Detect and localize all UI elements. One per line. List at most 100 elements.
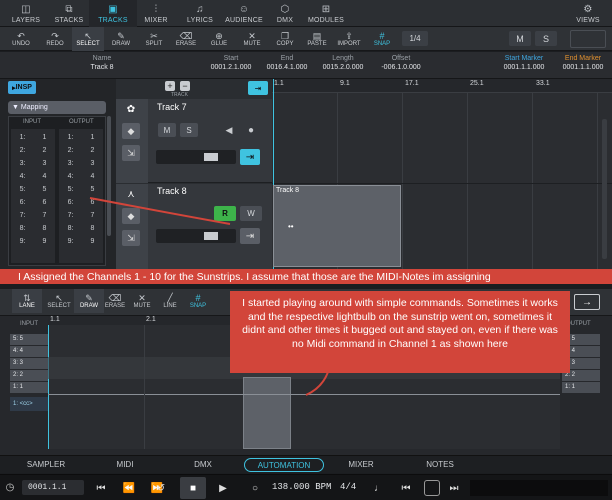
- tab-notes[interactable]: NOTES: [422, 458, 458, 472]
- editor-erase-button[interactable]: ⌫ ERASE: [100, 289, 130, 313]
- mapping-row-input[interactable]: 7: 7: [11, 209, 55, 222]
- speaker-icon[interactable]: ◀: [220, 123, 238, 137]
- position-display[interactable]: 0001.1.1: [22, 480, 84, 495]
- erase-tool-button[interactable]: ⌫ ERASE: [170, 27, 202, 51]
- paste-button[interactable]: ▤ PASTE: [301, 27, 333, 51]
- mute-tool-button[interactable]: ✕ MUTE: [236, 27, 268, 51]
- mapping-row-input[interactable]: 3: 3: [11, 157, 55, 170]
- tab-automation[interactable]: AUTOMATION: [244, 458, 324, 472]
- tempo-display[interactable]: 138.000 BPM: [272, 482, 331, 492]
- track-8-clip[interactable]: Track 8 ••: [273, 185, 401, 267]
- skip-forward-icon[interactable]: ⏭: [446, 480, 462, 496]
- track-7-slider[interactable]: [156, 150, 236, 164]
- rewind-icon[interactable]: ⏮: [92, 480, 110, 496]
- editor-output-row[interactable]: 1: 1: [562, 382, 600, 393]
- editor-input-row[interactable]: 5: 5: [10, 334, 48, 345]
- offset-field[interactable]: Offset -006.1.0.000: [366, 55, 436, 71]
- tab-stacks[interactable]: ⧉ STACKS: [45, 0, 93, 27]
- tab-lyrics[interactable]: ♫ LYRICS: [176, 0, 224, 27]
- remove-track-button[interactable]: −: [180, 81, 190, 91]
- mapping-row-input[interactable]: 8: 8: [11, 222, 55, 235]
- tab-mixer-editor[interactable]: MIXER: [344, 458, 378, 472]
- mapping-row-output[interactable]: 9: 9: [59, 235, 103, 248]
- input-routing-icon[interactable]: ⇲: [122, 230, 140, 246]
- palette-icon[interactable]: ✿: [122, 101, 140, 117]
- tab-modules[interactable]: ⊞ MODULES: [302, 0, 350, 27]
- end-marker-field[interactable]: End Marker 0001.1.1.000: [554, 55, 612, 71]
- editor-line-button[interactable]: ╱ LINE: [155, 289, 185, 313]
- mapping-row-input[interactable]: 2: 2: [11, 144, 55, 157]
- quantize-selector[interactable]: 1/4: [402, 31, 428, 46]
- start-marker-field[interactable]: Start Marker 0001.1.1.000: [492, 55, 556, 71]
- selected-region[interactable]: [243, 377, 291, 449]
- name-field[interactable]: Name Track 8: [62, 55, 142, 71]
- tab-tracks[interactable]: ▣ TRACKS: [89, 0, 137, 27]
- timeline-ruler[interactable]: 1.1 9.1 17.1 25.1 33.1: [272, 79, 612, 93]
- lane-tool-button[interactable]: ⇅ LANE: [12, 289, 42, 313]
- fast-backward-icon[interactable]: ⏪: [120, 480, 138, 496]
- toolbar-side-panel[interactable]: [570, 30, 606, 48]
- editor-mute-button[interactable]: ✕ MUTE: [127, 289, 157, 313]
- arrangement-scrollbar[interactable]: [602, 119, 607, 259]
- mapping-row-output[interactable]: 3: 3: [59, 157, 103, 170]
- skip-back-icon[interactable]: ⏮: [398, 480, 414, 496]
- split-tool-button[interactable]: ✂ SPLIT: [138, 27, 170, 51]
- track-8-slider[interactable]: [156, 229, 236, 243]
- tab-views[interactable]: ⚙ VIEWS: [564, 0, 612, 27]
- tab-midi[interactable]: MIDI: [110, 458, 140, 472]
- editor-input-row[interactable]: 2: 2: [10, 370, 48, 381]
- global-mute-button[interactable]: M: [509, 31, 531, 46]
- editor-playhead[interactable]: [48, 325, 49, 449]
- mapping-row-input[interactable]: 5: 5: [11, 183, 55, 196]
- draw-tool-button[interactable]: ✎ DRAW: [105, 27, 137, 51]
- tab-dmx-editor[interactable]: DMX: [188, 458, 218, 472]
- slider-thumb[interactable]: [204, 153, 218, 161]
- tag-icon[interactable]: ◆: [122, 123, 140, 139]
- loop-icon[interactable]: ↺: [152, 480, 170, 496]
- follow-playhead-button[interactable]: ⇥: [248, 81, 268, 95]
- copy-button[interactable]: ❐ COPY: [269, 27, 301, 51]
- mapping-row-input[interactable]: 1: 1: [11, 131, 55, 144]
- mapping-row-output[interactable]: 4: 4: [59, 170, 103, 183]
- mapping-row-input[interactable]: 4: 4: [11, 170, 55, 183]
- mapping-row-output[interactable]: 2: 2: [59, 144, 103, 157]
- input-routing-icon[interactable]: ⇲: [122, 145, 140, 161]
- cc-lane-label[interactable]: 1: <cc>: [10, 397, 48, 411]
- mapping-section-header[interactable]: ▼ Mapping: [8, 101, 106, 114]
- global-solo-button[interactable]: S: [535, 31, 557, 46]
- import-button[interactable]: ⇪ IMPORT: [333, 27, 365, 51]
- mapping-row-output[interactable]: 1: 1: [59, 131, 103, 144]
- add-track-button[interactable]: +: [165, 81, 175, 91]
- editor-snap-toggle[interactable]: # SNAP: [183, 289, 213, 313]
- track-7-solo-button[interactable]: S: [180, 123, 198, 137]
- tab-layers[interactable]: ◫ LAYERS: [2, 0, 50, 27]
- record-icon[interactable]: ●: [242, 123, 260, 137]
- play-button[interactable]: ▶: [214, 480, 232, 496]
- tab-mixer[interactable]: ⫶ MIXER: [132, 0, 180, 27]
- mapping-row-input[interactable]: 9: 9: [11, 235, 55, 248]
- track-7-mute-button[interactable]: M: [158, 123, 176, 137]
- time-signature-display[interactable]: 4/4: [340, 482, 356, 492]
- record-button[interactable]: ○: [246, 480, 264, 496]
- slider-thumb[interactable]: [204, 232, 218, 240]
- editor-input-row[interactable]: 4: 4: [10, 346, 48, 357]
- snap-toggle[interactable]: # SNAP: [366, 27, 398, 51]
- track-8-write-button[interactable]: W: [240, 206, 262, 221]
- inspector-toggle-button[interactable]: ▸ INSP: [8, 81, 36, 94]
- arrangement-view[interactable]: 1.1 9.1 17.1 25.1 33.1 Track 8 ••: [272, 79, 612, 269]
- expand-editor-button[interactable]: →: [574, 294, 600, 310]
- undo-button[interactable]: ↶ UNDO: [5, 27, 37, 51]
- mapping-row-input[interactable]: 6: 6: [11, 196, 55, 209]
- redo-button[interactable]: ↷ REDO: [39, 27, 71, 51]
- output-routing-icon[interactable]: ⇥: [240, 228, 260, 244]
- tab-sampler[interactable]: SAMPLER: [18, 458, 74, 472]
- output-routing-icon[interactable]: ⇥: [240, 149, 260, 165]
- track-7-header[interactable]: ✿ ◆ ⇲ Track 7 M S ◀ ● ⇥: [116, 99, 272, 183]
- metronome-icon[interactable]: ♩: [370, 480, 388, 496]
- editor-select-button[interactable]: ↖ SELECT: [44, 289, 74, 313]
- loop-region-toggle[interactable]: [424, 480, 440, 496]
- editor-input-row[interactable]: 1: 1: [10, 382, 48, 393]
- editor-input-row[interactable]: 3: 3: [10, 358, 48, 369]
- stop-button[interactable]: ■: [180, 477, 206, 499]
- glue-tool-button[interactable]: ⊕ GLUE: [203, 27, 235, 51]
